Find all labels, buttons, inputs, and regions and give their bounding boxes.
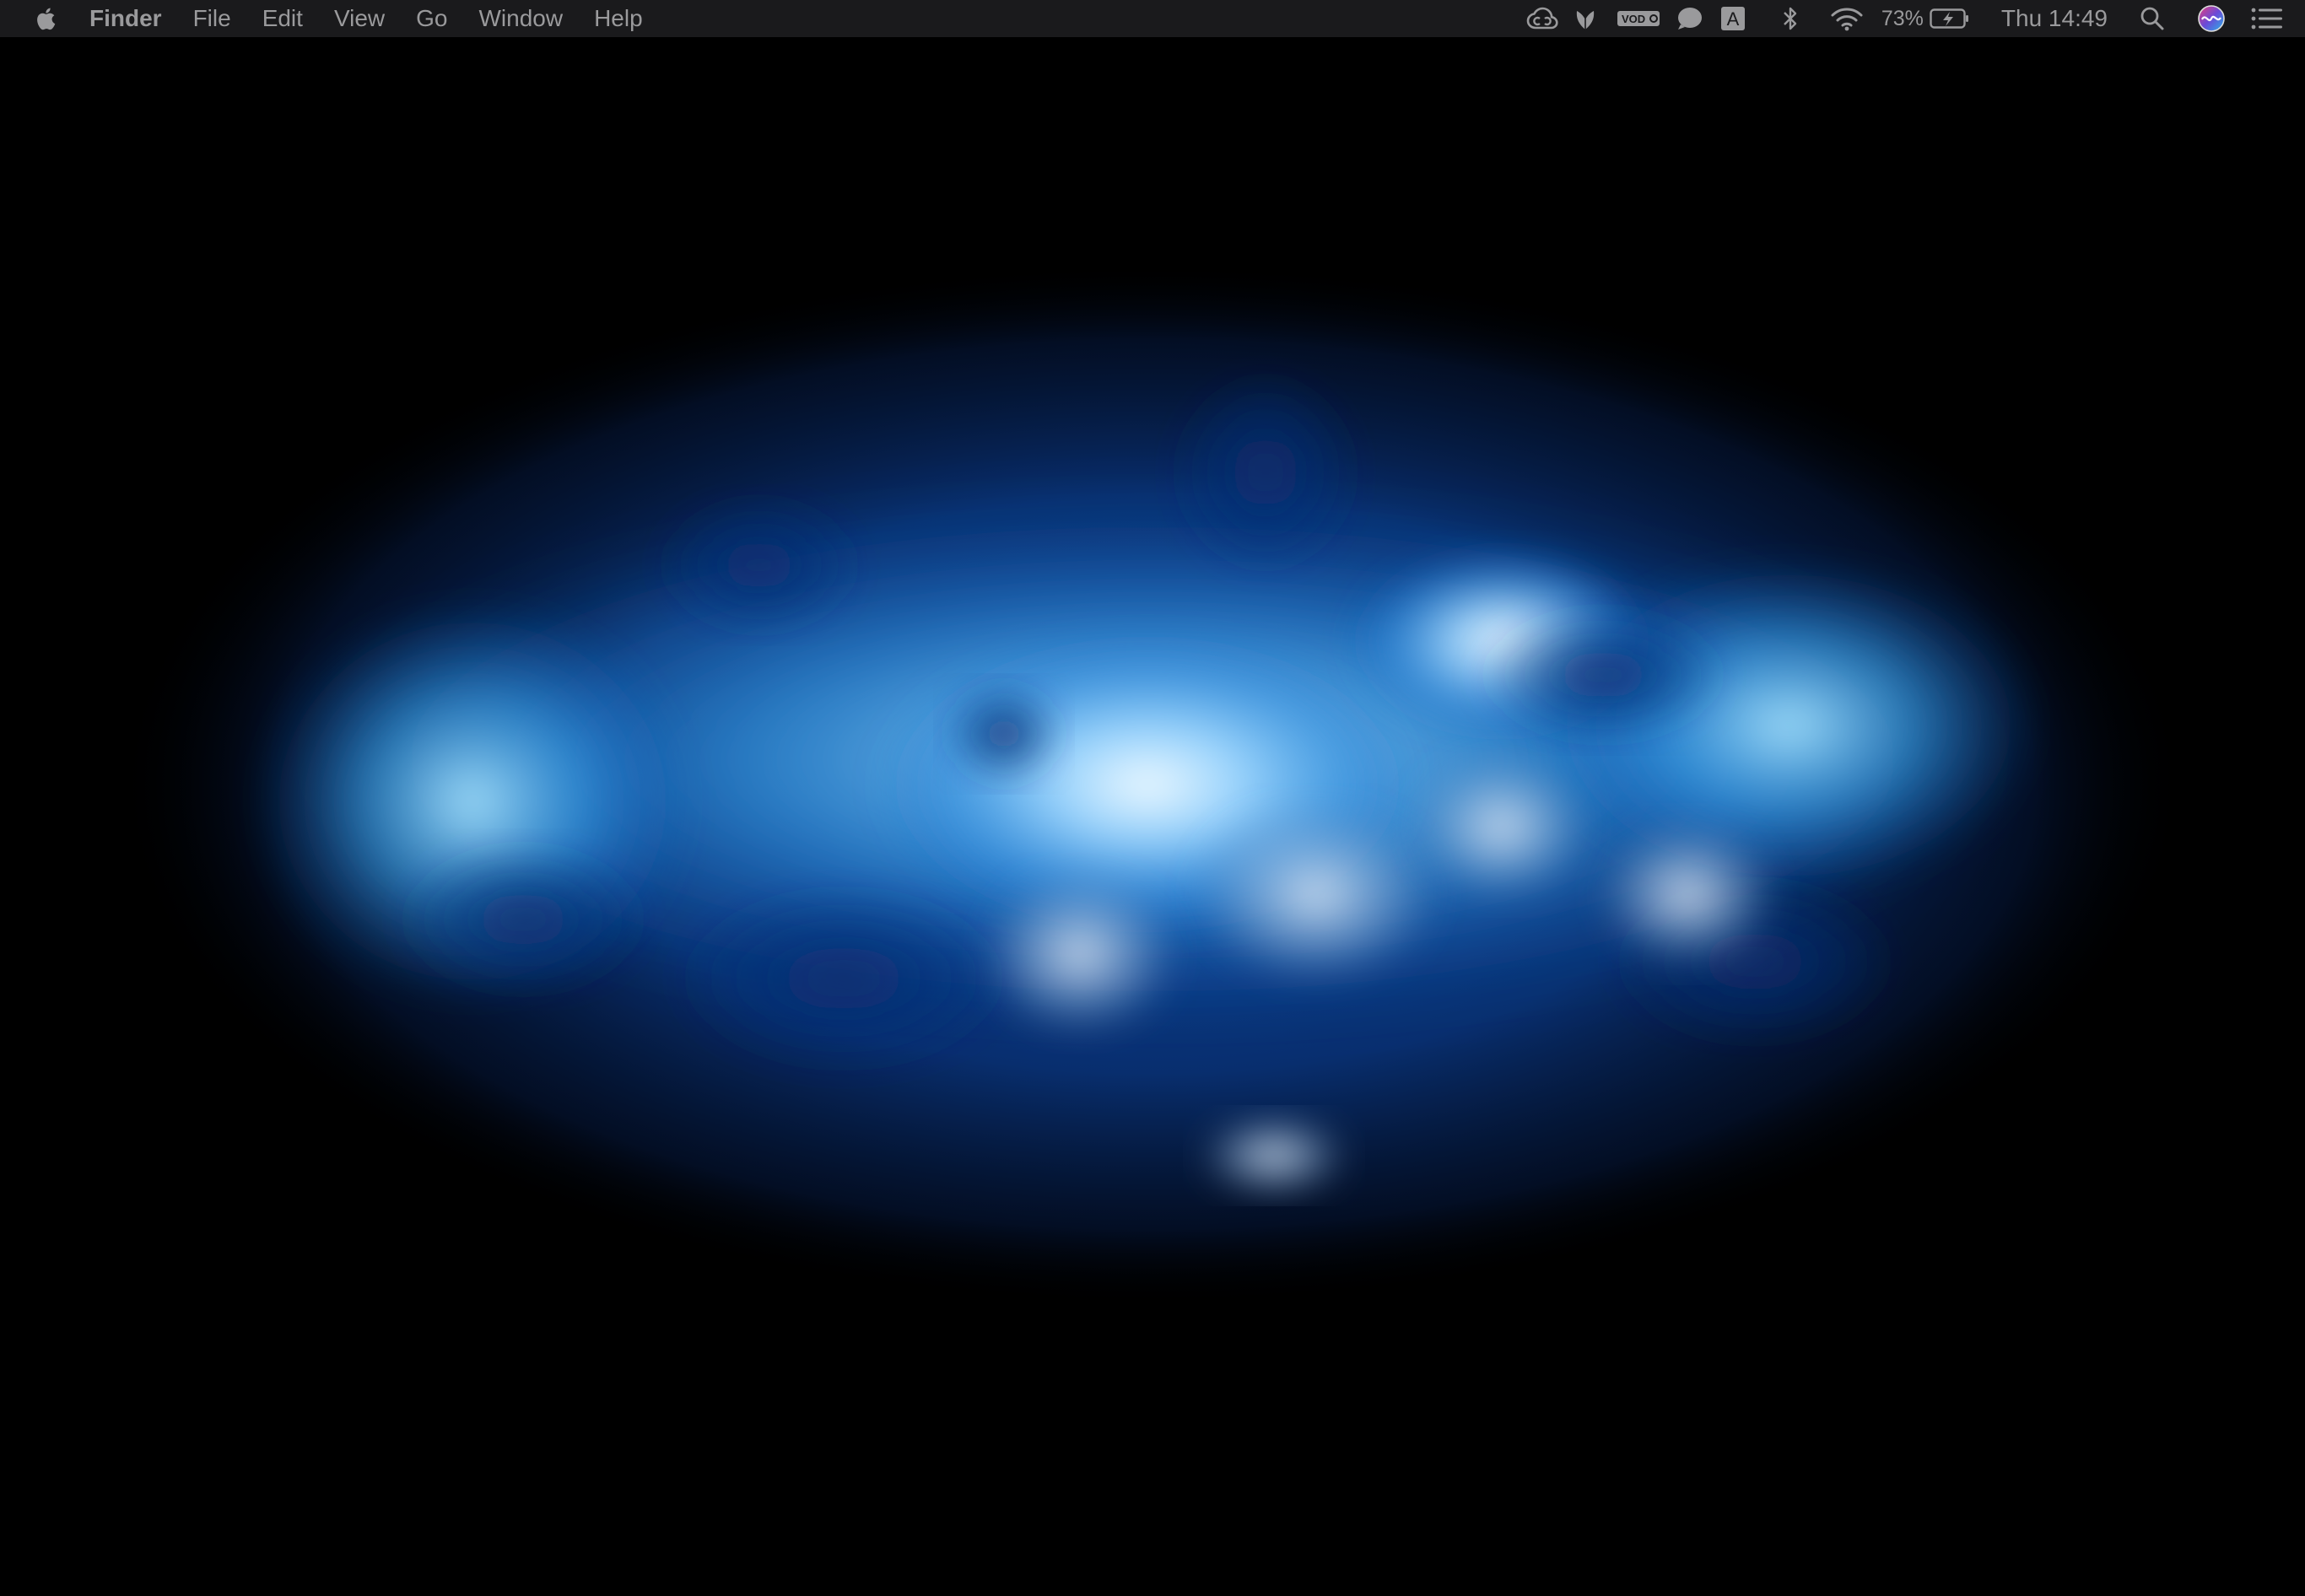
- chat-bubble-icon[interactable]: [1676, 0, 1704, 37]
- notification-center-icon[interactable]: [2251, 0, 2283, 37]
- wifi-icon[interactable]: [1829, 0, 1865, 37]
- menu-bar: Finder File Edit View Go Window Help VOD…: [0, 0, 2305, 37]
- battery-percent[interactable]: 73%: [1881, 0, 1924, 37]
- vodafone-label: VOD: [1622, 13, 1645, 25]
- menu-bar-clock[interactable]: Thu 14:49: [2001, 0, 2108, 37]
- desktop-wallpaper: [0, 0, 2305, 1596]
- apple-icon[interactable]: [34, 3, 61, 34]
- wallpaper-cloud-art: [115, 262, 2190, 1308]
- menu-bar-left: Finder File Edit View Go Window Help: [0, 0, 674, 37]
- battery-charging-icon[interactable]: [1929, 0, 1971, 37]
- menu-file[interactable]: File: [193, 0, 231, 37]
- leaf-icon[interactable]: [1571, 0, 1600, 37]
- menu-bar-status-area: VOD A 73% Thu 14:49: [1524, 0, 2305, 37]
- menu-edit[interactable]: Edit: [262, 0, 303, 37]
- siri-icon[interactable]: [2197, 0, 2226, 37]
- menu-go[interactable]: Go: [416, 0, 447, 37]
- menu-help[interactable]: Help: [594, 0, 643, 37]
- search-icon[interactable]: [2140, 0, 2165, 37]
- input-source-icon[interactable]: A: [1719, 0, 1746, 37]
- menu-view[interactable]: View: [334, 0, 385, 37]
- creative-cloud-icon[interactable]: [1524, 0, 1561, 37]
- bluetooth-icon[interactable]: [1780, 0, 1800, 37]
- vodafone-icon[interactable]: VOD: [1617, 0, 1660, 37]
- menu-app-finder[interactable]: Finder: [89, 0, 162, 37]
- input-source-letter: A: [1727, 8, 1740, 30]
- menu-window[interactable]: Window: [478, 0, 563, 37]
